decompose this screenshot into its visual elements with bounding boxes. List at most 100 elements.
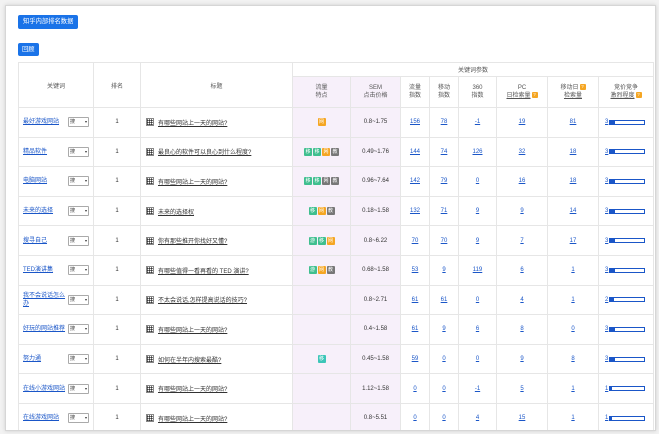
title-link[interactable]: 有哪些值得一看再看的 TED 演讲? <box>158 266 249 275</box>
mobile-daily-link[interactable]: 1 <box>571 297 574 303</box>
mobile-daily-link[interactable]: 17 <box>570 238 577 244</box>
pc-daily-link[interactable]: 8 <box>520 326 523 332</box>
mobile-index-link[interactable]: 79 <box>441 178 448 184</box>
title-link[interactable]: 有哪些网站上一天的网站? <box>158 414 227 423</box>
keyword-link[interactable]: 未来的选择 <box>23 207 53 215</box>
title-link[interactable]: 你有那些推开你找好又懂? <box>158 236 227 245</box>
360-index-link[interactable]: 9 <box>476 208 479 214</box>
search-engine-select[interactable]: 搜 ▾ <box>68 324 89 335</box>
qr-code-icon[interactable] <box>146 384 154 393</box>
title-link[interactable]: 最良心的软件可以良心到什么程度? <box>158 147 251 156</box>
360-index-link[interactable]: 6 <box>476 326 479 332</box>
keyword-link[interactable]: 好玩的网站推荐 <box>23 325 65 333</box>
flow-index-link[interactable]: 142 <box>410 178 420 184</box>
pc-daily-link[interactable]: 5 <box>520 386 523 392</box>
mobile-index-link[interactable]: 9 <box>442 326 445 332</box>
keyword-link[interactable]: 搜寻自己 <box>23 237 47 245</box>
mobile-daily-link[interactable]: 81 <box>570 119 577 125</box>
keyword-link[interactable]: TED演讲集 <box>23 266 53 274</box>
qr-code-icon[interactable] <box>146 118 154 127</box>
keyword-link[interactable]: 精品软件 <box>23 148 47 156</box>
pc-daily-link[interactable]: 4 <box>520 297 523 303</box>
mobile-index-link[interactable]: 71 <box>441 208 448 214</box>
back-button[interactable]: 回顾 <box>18 43 39 56</box>
mobile-daily-link[interactable]: 1 <box>571 267 574 273</box>
mobile-index-link[interactable]: 74 <box>441 149 448 155</box>
title-link[interactable]: 有哪些网站上一天的网站? <box>158 177 227 186</box>
search-engine-select[interactable]: 搜 ▾ <box>68 235 89 246</box>
keyword-link[interactable]: 在线小游戏网站 <box>23 385 65 393</box>
mobile-index-link[interactable]: 9 <box>442 267 445 273</box>
keyword-link[interactable]: 我不会说话怎么办 <box>23 292 67 308</box>
mobile-daily-link[interactable]: 18 <box>570 178 577 184</box>
mobile-daily-link[interactable]: 1 <box>571 415 574 421</box>
mobile-index-link[interactable]: 0 <box>442 356 445 362</box>
flow-index-link[interactable]: 0 <box>413 386 416 392</box>
pc-daily-link[interactable]: 9 <box>520 356 523 362</box>
pc-daily-link[interactable]: 6 <box>520 267 523 273</box>
pc-daily-link[interactable]: 15 <box>519 415 526 421</box>
mobile-daily-link[interactable]: 18 <box>570 149 577 155</box>
mobile-index-link[interactable]: 61 <box>441 297 448 303</box>
mobile-daily-link[interactable]: 14 <box>570 208 577 214</box>
pc-daily-link[interactable]: 32 <box>519 149 526 155</box>
qr-code-icon[interactable] <box>146 355 154 364</box>
pc-daily-link[interactable]: 9 <box>520 208 523 214</box>
search-engine-select[interactable]: 搜 ▾ <box>68 176 89 187</box>
360-index-link[interactable]: 0 <box>476 356 479 362</box>
360-index-link[interactable]: 119 <box>473 267 483 273</box>
search-engine-select[interactable]: 搜 ▾ <box>68 294 89 305</box>
keyword-link[interactable]: 在线游戏网站 <box>23 414 59 422</box>
pc-daily-link[interactable]: 16 <box>519 178 526 184</box>
mobile-daily-link[interactable]: 8 <box>571 356 574 362</box>
search-engine-select[interactable]: 搜 ▾ <box>68 206 89 217</box>
qr-code-icon[interactable] <box>146 266 154 275</box>
search-engine-select[interactable]: 搜 ▾ <box>68 265 89 276</box>
mobile-index-link[interactable]: 0 <box>442 415 445 421</box>
keyword-link[interactable]: 电脑网站 <box>23 177 47 185</box>
360-index-link[interactable]: 126 <box>472 149 482 155</box>
flow-index-link[interactable]: 156 <box>410 119 420 125</box>
flow-index-link[interactable]: 132 <box>410 208 420 214</box>
zhihu-rank-data-button[interactable]: 知乎内部排名数据 <box>18 15 79 29</box>
flow-index-link[interactable]: 53 <box>412 267 419 273</box>
qr-code-icon[interactable] <box>146 236 154 245</box>
mobile-index-link[interactable]: 78 <box>441 119 448 125</box>
title-link[interactable]: 有哪些网站上一天的网站? <box>158 384 227 393</box>
flow-index-link[interactable]: 144 <box>410 149 420 155</box>
search-engine-select[interactable]: 搜 ▾ <box>68 413 89 424</box>
qr-code-icon[interactable] <box>146 414 154 423</box>
search-engine-select[interactable]: 搜 ▾ <box>68 354 89 365</box>
360-index-link[interactable]: 0 <box>476 297 479 303</box>
mobile-index-link[interactable]: 0 <box>442 386 445 392</box>
title-link[interactable]: 有哪些网站上一天的网站? <box>158 118 227 127</box>
qr-code-icon[interactable] <box>146 325 154 334</box>
title-link[interactable]: 未来的选择权 <box>158 207 194 216</box>
keyword-link[interactable]: 最好游戏网站 <box>23 118 59 126</box>
flow-index-link[interactable]: 61 <box>412 297 419 303</box>
qr-code-icon[interactable] <box>146 207 154 216</box>
360-index-link[interactable]: 9 <box>476 238 479 244</box>
360-index-link[interactable]: -1 <box>475 386 480 392</box>
flow-index-link[interactable]: 70 <box>412 238 419 244</box>
keyword-link[interactable]: 努力通 <box>23 355 41 363</box>
pc-daily-link[interactable]: 7 <box>520 238 523 244</box>
360-index-link[interactable]: -1 <box>475 119 480 125</box>
flow-index-link[interactable]: 61 <box>412 326 419 332</box>
search-engine-select[interactable]: 搜 ▾ <box>68 383 89 394</box>
search-engine-select[interactable]: 搜 ▾ <box>68 117 89 128</box>
title-link[interactable]: 不太会说话,怎样提高说话的技巧? <box>158 295 247 304</box>
flow-index-link[interactable]: 0 <box>413 415 416 421</box>
qr-code-icon[interactable] <box>146 147 154 156</box>
title-link[interactable]: 如何在半年内搜索最酷? <box>158 355 221 364</box>
pc-daily-link[interactable]: 19 <box>519 119 526 125</box>
mobile-index-link[interactable]: 70 <box>441 238 448 244</box>
title-link[interactable]: 有哪些网站上一天的网站? <box>158 325 227 334</box>
mobile-daily-link[interactable]: 0 <box>571 326 574 332</box>
search-engine-select[interactable]: 搜 ▾ <box>68 146 89 157</box>
flow-index-link[interactable]: 59 <box>412 356 419 362</box>
qr-code-icon[interactable] <box>146 295 154 304</box>
qr-code-icon[interactable] <box>146 177 154 186</box>
mobile-daily-link[interactable]: 1 <box>571 386 574 392</box>
360-index-link[interactable]: 4 <box>476 415 479 421</box>
